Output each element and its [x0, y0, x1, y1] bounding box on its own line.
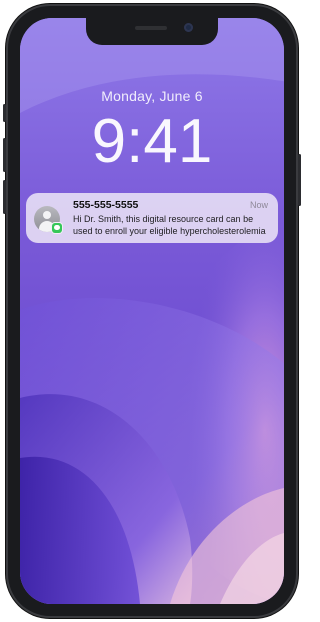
notification-message: Hi Dr. Smith, this digital resource card…: [73, 213, 273, 237]
volume-up-button: [3, 138, 6, 172]
notification-sender: 555-555-5555: [73, 199, 139, 211]
earpiece-speaker: [135, 26, 167, 30]
notch: [86, 18, 218, 45]
lock-screen: Monday, June 6 9:41 555-555-5555 Now Hi …: [20, 18, 284, 604]
lock-screen-time: 9:41: [91, 107, 213, 176]
notification-message-line-1: Hi Dr. Smith, this digital resource card…: [73, 214, 254, 224]
volume-down-button: [3, 180, 6, 214]
notification-message-line-2: used to enroll your eligible hypercholes…: [73, 226, 266, 236]
messages-badge-icon: [52, 223, 62, 233]
sms-notification[interactable]: 555-555-5555 Now Hi Dr. Smith, this digi…: [26, 193, 278, 243]
silent-switch: [3, 104, 6, 122]
phone-frame: Monday, June 6 9:41 555-555-5555 Now Hi …: [3, 4, 301, 618]
lock-screen-date: Monday, June 6: [101, 88, 203, 104]
front-camera: [184, 23, 193, 32]
notification-timestamp: Now: [249, 200, 268, 210]
power-button: [298, 154, 301, 206]
